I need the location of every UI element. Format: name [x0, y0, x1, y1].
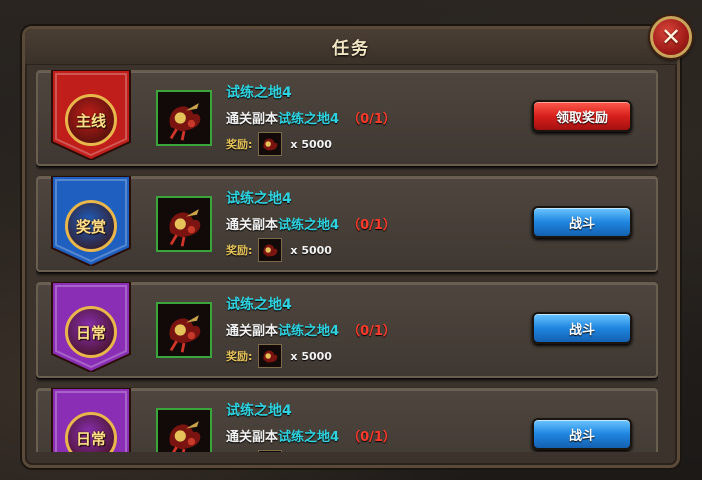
reward-item-icon[interactable]: [258, 238, 283, 262]
quest-progress: （0/1）: [347, 430, 396, 445]
category-ribbon: 日常: [50, 282, 132, 372]
quest-reward: 奖励: x 5000: [226, 238, 332, 262]
quest-reward: 奖励: x 5000: [226, 344, 332, 368]
category-label: 主线: [75, 111, 106, 130]
quest-progress: （0/1）: [347, 218, 396, 233]
demon-item-icon[interactable]: [156, 302, 212, 358]
quest-desc-prefix: 通关副本: [226, 218, 279, 233]
quest-row: 日常 试练之地4 通关副本试练之地4（0/1） 奖励:: [36, 388, 658, 452]
reward-quantity: x 5000: [290, 243, 332, 257]
quest-description: 通关副本试练之地4 （0/1）: [226, 426, 396, 445]
fight-button[interactable]: 战斗: [532, 418, 632, 450]
quest-desc-prefix: 通关副本: [226, 430, 279, 445]
reward-label: 奖励:: [226, 138, 253, 151]
category-label: 奖赏: [75, 217, 106, 236]
quest-desc-target: 试练之地4: [278, 324, 340, 339]
quest-desc-prefix: 通关副本: [226, 112, 279, 127]
quest-description: 通关副本试练之地4 （0/1）: [226, 320, 396, 339]
fight-button[interactable]: 战斗: [532, 206, 632, 238]
quest-desc-prefix: 通关副本: [226, 324, 279, 339]
category-label: 日常: [75, 323, 106, 342]
quest-action-label: 领取奖励: [555, 110, 608, 126]
panel-title: 任务: [332, 39, 370, 59]
reward-quantity: x 5000: [290, 349, 332, 363]
category-ribbon: 日常: [50, 388, 132, 452]
quest-action-label: 战斗: [568, 428, 595, 444]
reward-label: 奖励:: [226, 350, 253, 363]
fight-button[interactable]: 战斗: [532, 312, 632, 344]
reward-item-icon[interactable]: [258, 344, 283, 368]
demon-item-icon[interactable]: [156, 196, 212, 252]
reward-item-graphic: [259, 451, 282, 452]
category-label: 日常: [75, 429, 106, 448]
quest-title: 试练之地4: [226, 297, 292, 313]
reward-item-graphic: [259, 345, 282, 367]
panel-header: 任务: [25, 29, 677, 65]
claim-reward-button[interactable]: 领取奖励: [532, 100, 632, 132]
demon-item-icon[interactable]: [156, 408, 212, 452]
quest-desc-target: 试练之地4: [278, 112, 340, 127]
quest-progress: （0/1）: [347, 324, 396, 339]
category-ribbon: 主线: [50, 70, 132, 160]
quest-reward: 奖励: x 5000: [226, 132, 332, 156]
demon-item-icon[interactable]: [156, 90, 212, 146]
quest-progress: （0/1）: [347, 112, 396, 127]
quest-desc-target: 试练之地4: [278, 218, 340, 233]
quest-description: 通关副本试练之地4 （0/1）: [226, 214, 396, 233]
quest-title: 试练之地4: [226, 403, 292, 419]
quest-list[interactable]: 主线 试练之地4 通关副本试练之地4 （0/1） 奖励: x 5000 领取奖励…: [36, 70, 658, 452]
quest-title: 试练之地4: [226, 85, 292, 101]
quest-row: 日常 试练之地4 通关副本试练之地4（0/1） 奖励:: [36, 282, 658, 378]
category-badge: 主线: [65, 94, 117, 146]
category-badge: 奖赏: [65, 200, 117, 252]
close-icon: ✕: [660, 23, 682, 51]
category-ribbon: 奖赏: [50, 176, 132, 266]
quest-row: 奖赏 试练之地4 通关副本试练之地4 （0/1） 奖励: x 5000 战斗: [36, 176, 658, 272]
reward-item-graphic: [259, 239, 282, 261]
category-badge: 日常: [65, 306, 117, 358]
quest-title: 试练之地4: [226, 191, 292, 207]
quest-desc-target: 试练之地4: [278, 430, 340, 445]
demon-item-graphic: [158, 304, 210, 356]
reward-item-icon[interactable]: [258, 450, 283, 452]
reward-item-icon[interactable]: [258, 132, 283, 156]
reward-label: 奖励:: [226, 244, 253, 257]
reward-quantity: x 5000: [290, 137, 332, 151]
quest-description: 通关副本试练之地4 （0/1）: [226, 108, 396, 127]
quest-action-label: 战斗: [568, 216, 595, 232]
reward-item-graphic: [259, 133, 282, 155]
quest-row: 主线 试练之地4 通关副本试练之地4 （0/1） 奖励: x 5000 领取奖励: [36, 70, 658, 166]
quest-action-label: 战斗: [568, 322, 595, 338]
demon-item-graphic: [158, 92, 210, 144]
demon-item-graphic: [158, 198, 210, 250]
quest-reward: 奖励: x 5000: [226, 450, 332, 452]
demon-item-graphic: [158, 410, 210, 452]
close-button[interactable]: ✕: [650, 16, 692, 58]
